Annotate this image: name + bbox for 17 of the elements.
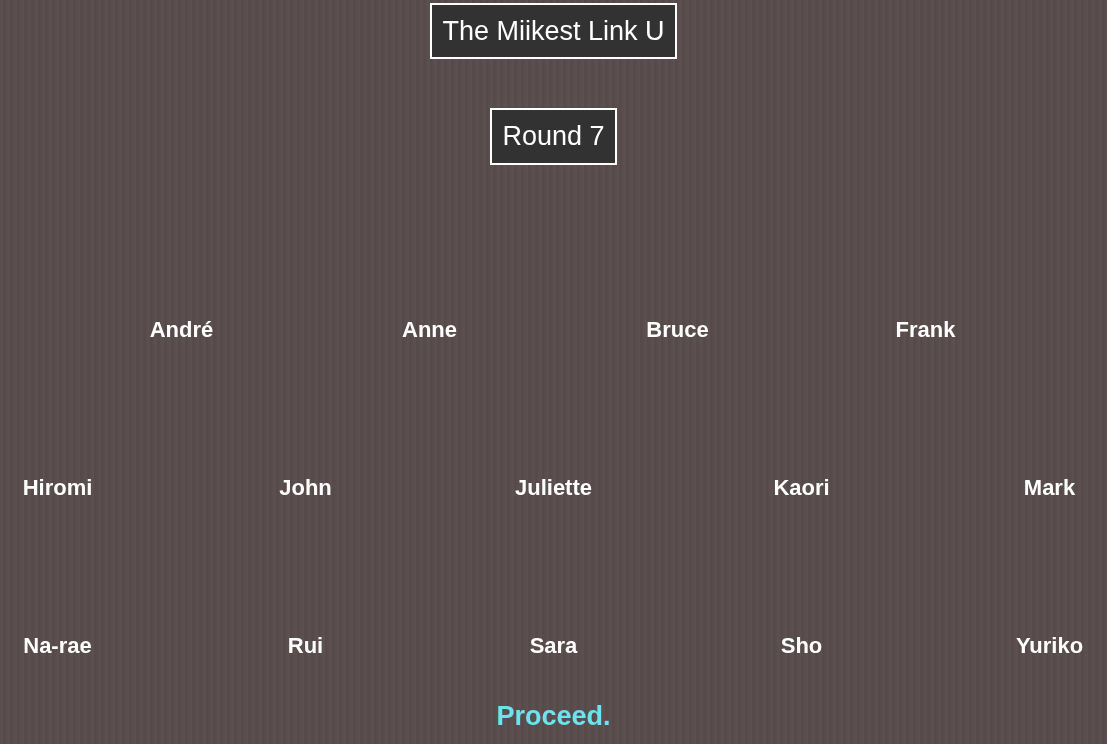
player-name[interactable]: Bruce bbox=[624, 317, 731, 343]
player-name[interactable]: André bbox=[128, 317, 235, 343]
player-name[interactable]: Sho bbox=[748, 633, 855, 659]
player-name[interactable]: Mark bbox=[996, 475, 1103, 501]
game-title: The Miikest Link U bbox=[430, 3, 677, 59]
player-name[interactable]: Anne bbox=[376, 317, 483, 343]
round-label: Round 7 bbox=[490, 108, 617, 165]
player-name[interactable]: Hiromi bbox=[4, 475, 111, 501]
player-name[interactable]: Yuriko bbox=[996, 633, 1103, 659]
player-name[interactable]: Rui bbox=[252, 633, 359, 659]
proceed-link[interactable]: Proceed. bbox=[496, 701, 611, 731]
player-name[interactable]: Na-rae bbox=[4, 633, 111, 659]
player-name[interactable]: Sara bbox=[500, 633, 607, 659]
player-name[interactable]: John bbox=[252, 475, 359, 501]
player-name[interactable]: Frank bbox=[872, 317, 979, 343]
player-name[interactable]: Juliette bbox=[500, 475, 607, 501]
player-name[interactable]: Kaori bbox=[748, 475, 855, 501]
